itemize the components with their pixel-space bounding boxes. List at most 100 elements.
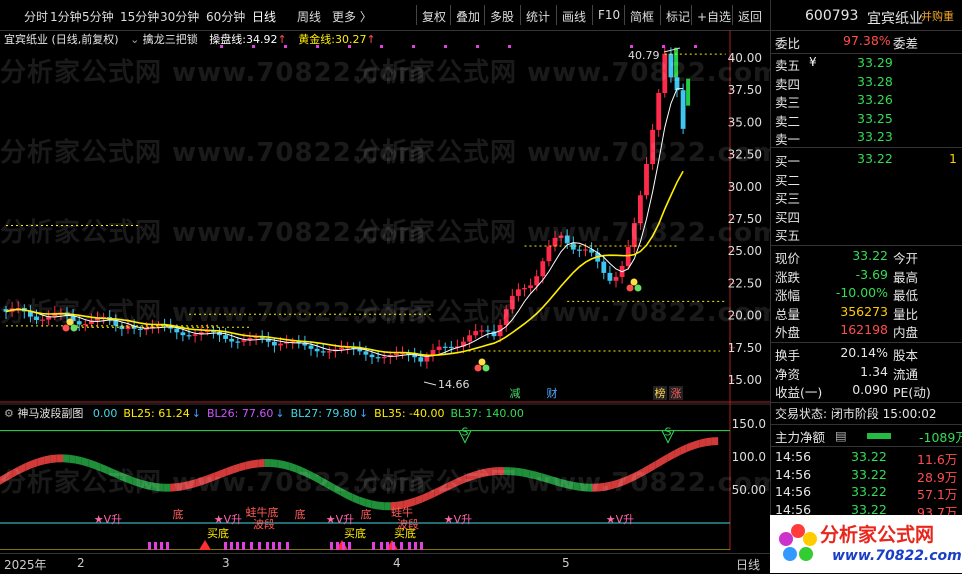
sell-level-3[interactable]: 卖三 33.26 <box>771 92 962 111</box>
toolbar-action-9[interactable]: 返回 <box>738 8 762 25</box>
time-label-may: 5 <box>562 556 570 570</box>
candle-body[interactable] <box>174 328 180 333</box>
event-tag-label: 减 <box>510 387 521 400</box>
wave-segment <box>371 500 378 510</box>
period-tab-3[interactable]: 15分钟 <box>120 8 159 25</box>
fundamental-row: 净资 1.34 流通 <box>771 364 962 383</box>
period-tab-4[interactable]: 30分钟 <box>160 8 199 25</box>
candle-body[interactable] <box>272 341 277 346</box>
candle-body[interactable] <box>473 331 479 336</box>
sub-value-arrow-2: ↓ <box>275 407 285 420</box>
period-tab-5[interactable]: 60分钟 <box>206 8 245 25</box>
volume-signal-bar <box>400 542 403 550</box>
toolbar-action-5[interactable]: F10 <box>598 8 620 22</box>
candle-body[interactable] <box>186 335 192 337</box>
candle-body[interactable] <box>223 335 228 339</box>
buy-price: 33.22 <box>857 151 893 166</box>
toolbar-action-7[interactable]: 标记 <box>666 8 690 25</box>
signal-annotation: 底 <box>295 507 306 521</box>
buy-level-1[interactable]: 买一 33.22 1 <box>771 151 962 170</box>
period-tab-0[interactable]: 分时 <box>24 8 48 25</box>
signal-annotation: ★V升 <box>214 513 242 526</box>
candle-body[interactable] <box>235 341 241 343</box>
candle-body[interactable] <box>479 330 485 332</box>
toolbar-action-3[interactable]: 统计 <box>526 8 550 25</box>
candle-body[interactable] <box>326 351 332 353</box>
sell-level-1[interactable]: 卖一 33.23 <box>771 129 962 148</box>
candle-body[interactable] <box>180 332 186 336</box>
stock-tag[interactable]: 并购重 <box>921 8 954 24</box>
toolbar-action-1[interactable]: 叠加 <box>456 8 480 25</box>
candle-body[interactable] <box>448 346 454 349</box>
volume-signal-bar <box>154 542 157 550</box>
main-flow-icon[interactable]: ▤ <box>835 428 847 443</box>
toolbar-action-2[interactable]: 多股 <box>490 8 514 25</box>
candle-body[interactable] <box>375 357 381 359</box>
candle-body[interactable] <box>381 357 387 359</box>
candle-body[interactable] <box>442 346 448 348</box>
period-tab-2[interactable]: 5分钟 <box>82 8 114 25</box>
sell-price: 33.25 <box>857 110 893 126</box>
toolbar-separator <box>732 5 733 25</box>
signal-annotation: 波段 <box>253 517 275 531</box>
stat-label: 涨幅 <box>775 288 801 303</box>
volume-signal-bar <box>258 542 261 550</box>
indicator-dropdown-icon[interactable]: ⌄ <box>130 33 139 46</box>
candle-body[interactable] <box>625 247 631 267</box>
candle-body[interactable] <box>656 92 662 130</box>
toolbar-action-0[interactable]: 复权 <box>422 8 446 25</box>
tick-time: 14:56 <box>775 449 812 464</box>
toolbar-action-8[interactable]: +自选 <box>697 8 731 25</box>
stock-name: 宜宾纸业 <box>867 11 923 27</box>
sell-level-4[interactable]: 卖四 33.28 <box>771 74 962 93</box>
candle-body[interactable] <box>436 346 442 350</box>
buy-level-3[interactable]: 买三 <box>771 188 962 207</box>
candle-body[interactable] <box>534 276 540 286</box>
sub-settings-icon[interactable]: ⚙ <box>4 407 14 420</box>
candle-body[interactable] <box>339 347 344 350</box>
period-tab-8[interactable]: 更多 〉 <box>332 8 372 25</box>
sub-value-5: BL37: 140.00 <box>450 407 524 420</box>
candle-body[interactable] <box>241 340 247 342</box>
signal-annotation: 蛙牛 <box>391 505 413 519</box>
candle-body[interactable] <box>680 90 686 129</box>
sell-level-2[interactable]: 卖二 33.25 <box>771 111 962 130</box>
candle-body[interactable] <box>613 276 619 281</box>
signal-annotation: 买底 <box>207 526 229 540</box>
sub-chart-title[interactable]: 神马波段副图 <box>17 407 83 420</box>
candle-body[interactable] <box>540 261 546 277</box>
buy-level-4[interactable]: 买四 <box>771 207 962 226</box>
candle-body[interactable] <box>601 261 607 273</box>
buy-level-2[interactable]: 买二 <box>771 170 962 189</box>
candle-body[interactable] <box>577 249 582 251</box>
candle-body[interactable] <box>607 272 613 281</box>
candle-body[interactable] <box>394 353 399 356</box>
candle-body[interactable] <box>583 249 588 251</box>
candle-body[interactable] <box>485 330 491 332</box>
candle-body[interactable] <box>363 351 369 355</box>
candle-body[interactable] <box>320 351 326 353</box>
candle-body[interactable] <box>314 348 320 352</box>
indicator-name[interactable]: 擒龙三把锁 <box>143 33 198 46</box>
candle-body[interactable] <box>192 334 198 336</box>
candle-body[interactable] <box>528 285 533 288</box>
toolbar-action-4[interactable]: 画线 <box>562 8 586 25</box>
candle-body[interactable] <box>418 357 424 362</box>
volume-signal-bar <box>160 542 163 550</box>
candle-body[interactable] <box>467 335 472 342</box>
toolbar-action-6[interactable]: 简框 <box>630 8 654 25</box>
candle-body[interactable] <box>522 287 527 290</box>
period-tab-6[interactable]: 日线 <box>252 8 276 25</box>
candle-body[interactable] <box>229 338 235 342</box>
sell-level-5[interactable]: 卖五 33.29 <box>771 55 962 74</box>
candle-body[interactable] <box>308 345 314 349</box>
signal-ball-icon <box>478 358 486 366</box>
period-tab-7[interactable]: 周线 <box>297 8 321 25</box>
candle-body[interactable] <box>369 354 375 358</box>
volume-signal-bar <box>230 542 233 550</box>
candle-body[interactable] <box>278 343 283 346</box>
signal-annotation: 买底 <box>344 526 366 540</box>
buy-level-5[interactable]: 买五 <box>771 225 962 244</box>
webi-value: 97.38% <box>843 33 891 48</box>
period-tab-1[interactable]: 1分钟 <box>50 8 82 25</box>
